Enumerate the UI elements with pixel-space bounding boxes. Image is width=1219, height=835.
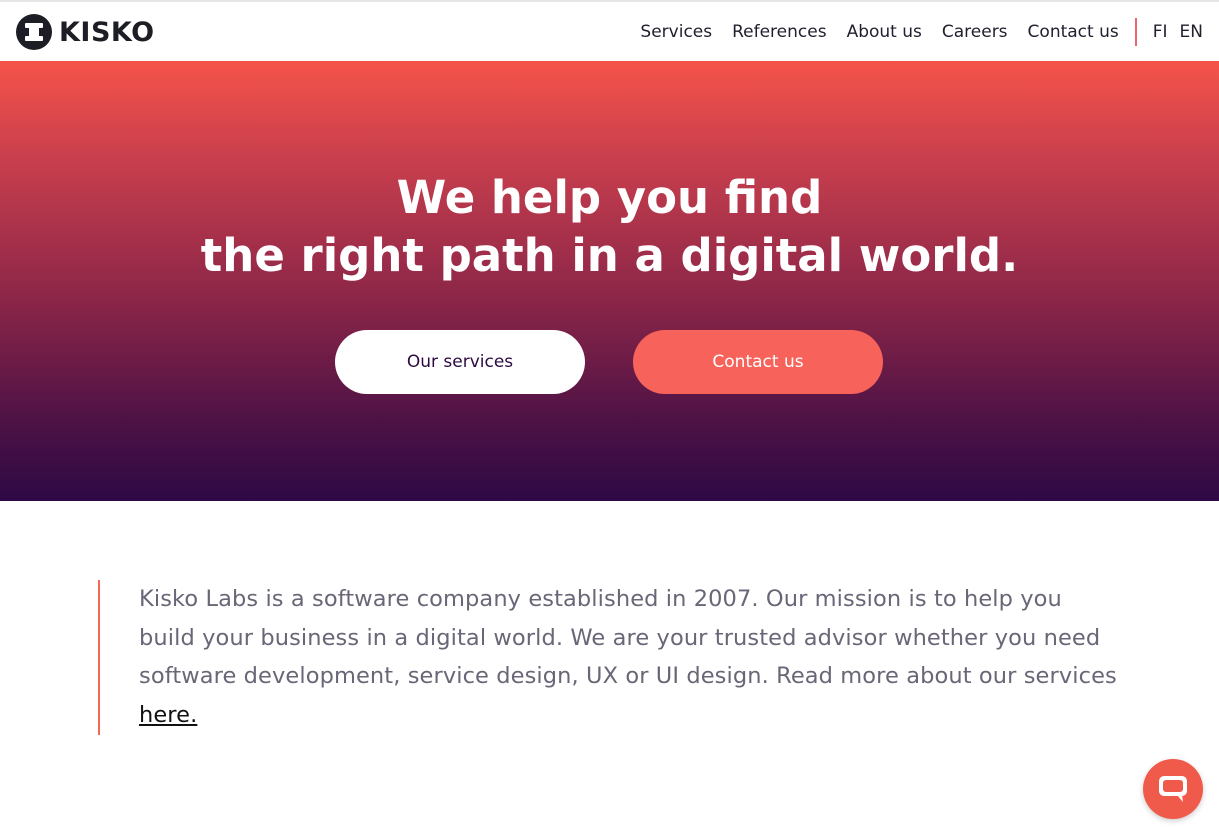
nav-references[interactable]: References [732, 22, 826, 42]
kisko-logo-icon [16, 14, 52, 50]
brand-name: KISKO [59, 16, 155, 48]
our-services-button[interactable]: Our services [335, 330, 585, 394]
main-navigation: Services References About us Careers Con… [640, 2, 1219, 61]
intro-section: Kisko Labs is a software company establi… [98, 580, 1118, 735]
intro-text: Kisko Labs is a software company establi… [139, 586, 1117, 689]
nav-divider [1134, 17, 1137, 46]
chat-button[interactable] [1143, 759, 1203, 819]
nav-services[interactable]: Services [640, 22, 712, 42]
contact-us-button[interactable]: Contact us [633, 330, 883, 394]
logo-link[interactable]: KISKO [16, 14, 155, 50]
site-header: KISKO Services References About us Caree… [0, 2, 1219, 61]
hero-title-line-2: the right path in a digital world. [200, 229, 1019, 282]
language-fi[interactable]: FI [1153, 22, 1168, 42]
nav-careers[interactable]: Careers [942, 22, 1008, 42]
hero-section: We help you find the right path in a dig… [0, 61, 1219, 501]
nav-about-us[interactable]: About us [847, 22, 922, 42]
intro-accent-bar [98, 580, 100, 735]
hero-title: We help you find the right path in a dig… [0, 169, 1219, 285]
nav-contact-us[interactable]: Contact us [1028, 22, 1119, 42]
language-en[interactable]: EN [1180, 22, 1203, 42]
chat-bubble-icon [1159, 776, 1187, 802]
intro-here-link[interactable]: here. [139, 702, 197, 728]
hero-title-line-1: We help you find [396, 171, 823, 224]
intro-paragraph: Kisko Labs is a software company establi… [139, 580, 1119, 734]
